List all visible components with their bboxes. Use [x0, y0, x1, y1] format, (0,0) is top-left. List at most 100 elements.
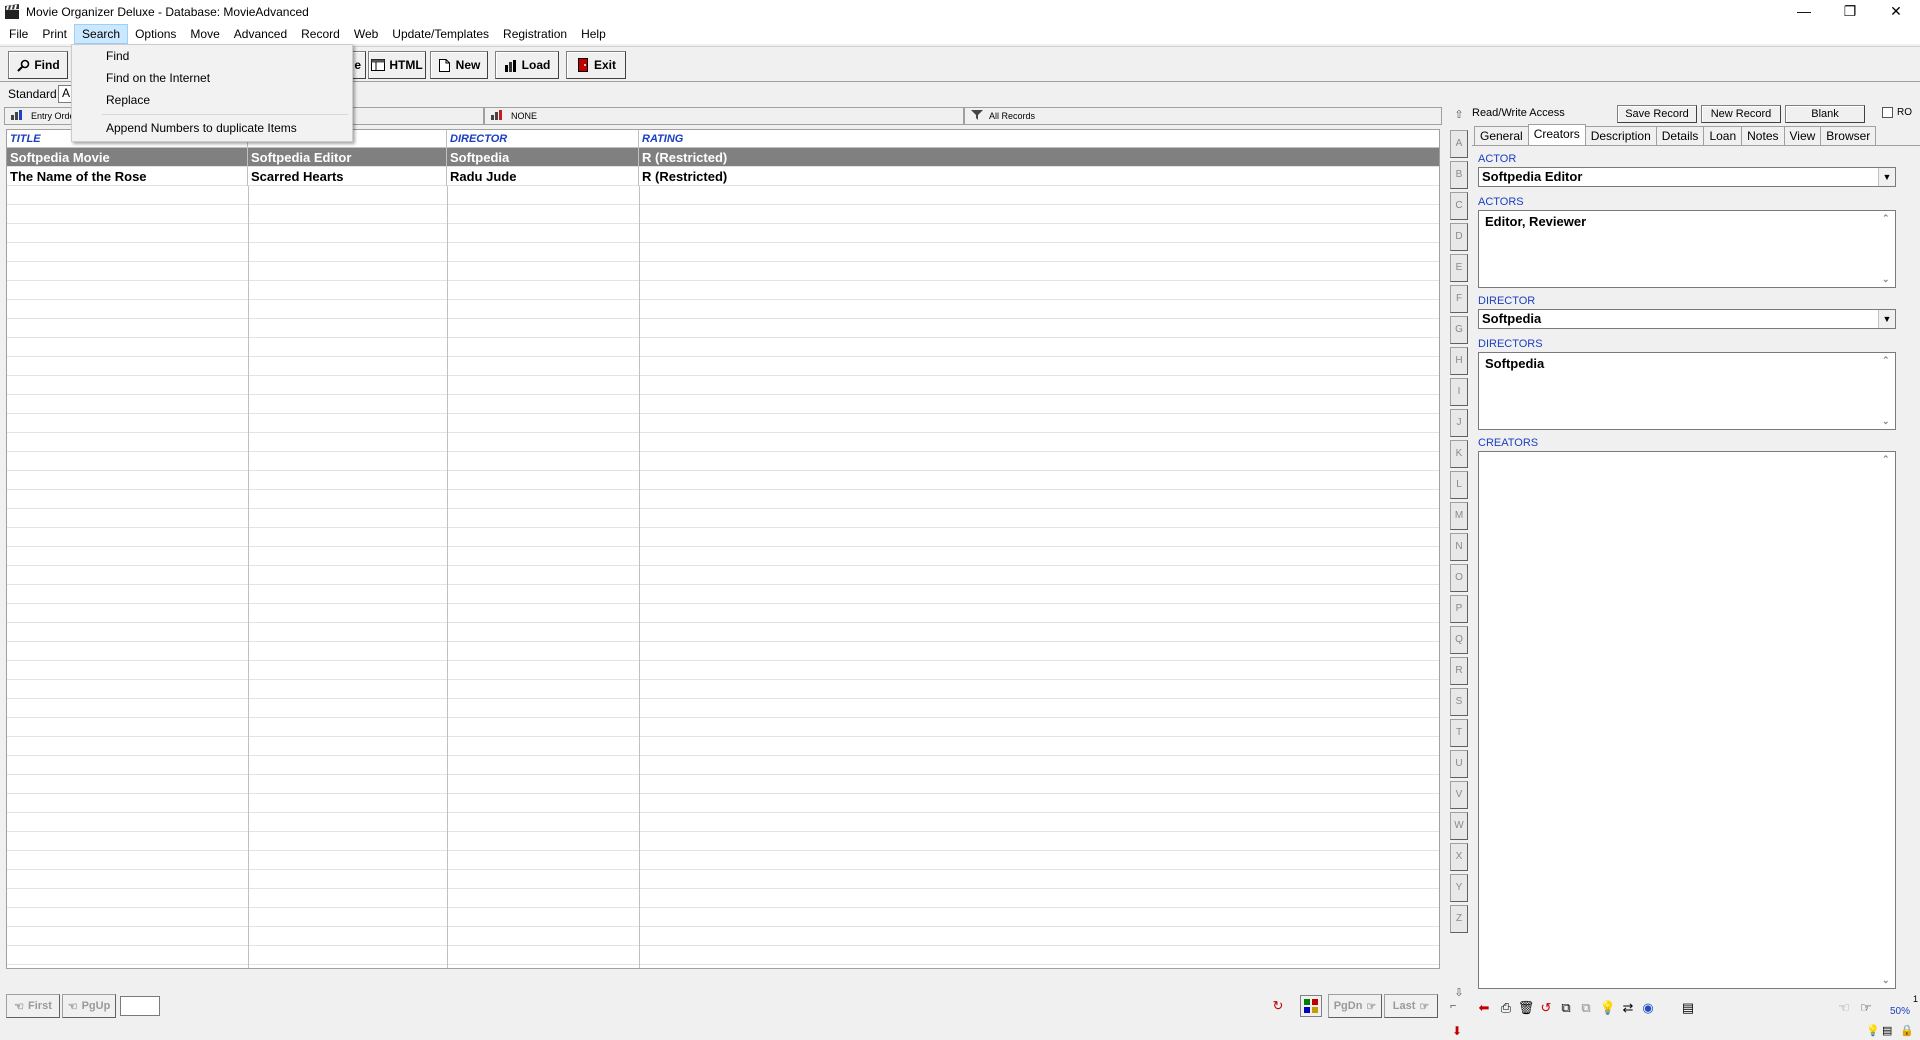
directors-memo[interactable]: Softpedia ⌃ ⌄ — [1478, 352, 1896, 430]
alpha-letter-h[interactable]: H — [1450, 347, 1468, 375]
alpha-letter-r[interactable]: R — [1450, 657, 1468, 685]
copy-record-icon[interactable]: ⧉ — [1556, 998, 1576, 1018]
alpha-letter-t[interactable]: T — [1450, 719, 1468, 747]
table-row[interactable]: Softpedia Movie Softpedia Editor Softped… — [7, 148, 1439, 167]
scroll-up-icon[interactable]: ⌃ — [1882, 213, 1890, 224]
menu-move[interactable]: Move — [183, 24, 226, 44]
chevron-down-icon[interactable]: ▼ — [1878, 168, 1895, 186]
hand-right-icon[interactable]: ☞ — [1856, 998, 1876, 1018]
alpha-letter-c[interactable]: C — [1450, 192, 1468, 220]
table-row[interactable]: The Name of the Rose Scarred Hearts Radu… — [7, 167, 1439, 186]
blank-button[interactable]: Blank — [1785, 105, 1865, 123]
scroll-up-icon[interactable]: ⇧ — [1450, 108, 1468, 126]
scroll-up-icon[interactable]: ⌃ — [1882, 355, 1890, 366]
grid-view-icon[interactable] — [1300, 995, 1322, 1017]
menu-update-templates[interactable]: Update/Templates — [385, 24, 496, 44]
alpha-letter-s[interactable]: S — [1450, 688, 1468, 716]
tab-loan[interactable]: Loan — [1703, 126, 1743, 145]
pgdn-button[interactable]: PgDn ☞ — [1328, 994, 1382, 1018]
alpha-letter-x[interactable]: X — [1450, 843, 1468, 871]
pgup-button[interactable]: ☜ PgUp — [62, 994, 116, 1018]
scroll-down-icon[interactable]: ⌄ — [1882, 975, 1890, 986]
alpha-letter-z[interactable]: Z — [1450, 905, 1468, 933]
alpha-letter-w[interactable]: W — [1450, 812, 1468, 840]
scroll-down-icon[interactable]: ⌄ — [1882, 274, 1890, 285]
menu-file[interactable]: File — [2, 24, 35, 44]
actors-scrollbar[interactable]: ⌃ ⌄ — [1879, 211, 1895, 287]
paste-record-icon[interactable]: ⧉ — [1576, 998, 1596, 1018]
import-icon[interactable]: ⇄ — [1618, 998, 1638, 1018]
menu-help[interactable]: Help — [574, 24, 613, 44]
scroll-down-icon[interactable]: ⌄ — [1882, 416, 1890, 427]
creators-memo[interactable]: ⌃ ⌄ — [1478, 451, 1896, 989]
tab-view[interactable]: View — [1783, 126, 1822, 145]
alpha-letter-q[interactable]: Q — [1450, 626, 1468, 654]
director-combo[interactable]: Softpedia ▼ — [1478, 309, 1896, 329]
alpha-letter-f[interactable]: F — [1450, 285, 1468, 313]
alpha-letter-b[interactable]: B — [1450, 161, 1468, 189]
alpha-letter-d[interactable]: D — [1450, 223, 1468, 251]
menu-record[interactable]: Record — [294, 24, 347, 44]
column-header-rating[interactable]: RATING — [639, 130, 1439, 148]
back-arrow-icon[interactable]: ⬅ — [1474, 998, 1494, 1018]
load-button[interactable]: Load — [495, 51, 559, 79]
menu-print[interactable]: Print — [35, 24, 74, 44]
alpha-letter-j[interactable]: J — [1450, 409, 1468, 437]
alpha-letter-l[interactable]: L — [1450, 471, 1468, 499]
export-icon[interactable]: ▤ — [1678, 998, 1698, 1018]
record-number-input[interactable] — [120, 996, 160, 1016]
read-only-toggle[interactable]: RO — [1882, 107, 1912, 118]
alpha-letter-o[interactable]: O — [1450, 564, 1468, 592]
alpha-letter-m[interactable]: M — [1450, 502, 1468, 530]
menu-advanced[interactable]: Advanced — [227, 24, 294, 44]
actors-memo[interactable]: Editor, Reviewer ⌃ ⌄ — [1478, 210, 1896, 288]
filter-selector[interactable]: NONE — [484, 107, 964, 125]
menu-search[interactable]: Search — [74, 24, 129, 44]
actor-combo[interactable]: Softpedia Editor ▼ — [1478, 167, 1896, 187]
menu-registration[interactable]: Registration — [496, 24, 574, 44]
last-button[interactable]: Last ☞ — [1384, 994, 1438, 1018]
globe-icon[interactable]: ◉ — [1638, 998, 1658, 1018]
alpha-letter-u[interactable]: U — [1450, 750, 1468, 778]
menu-web[interactable]: Web — [347, 24, 385, 44]
tab-browser[interactable]: Browser — [1820, 126, 1877, 145]
alpha-letter-i[interactable]: I — [1450, 378, 1468, 406]
first-button[interactable]: ☜ First — [6, 994, 60, 1018]
find-button[interactable]: Find — [8, 51, 68, 79]
alpha-letter-g[interactable]: G — [1450, 316, 1468, 344]
refresh-icon[interactable]: ↻ — [1268, 996, 1288, 1016]
restore-button[interactable]: ❐ — [1827, 0, 1873, 22]
trash-icon[interactable]: 🗑 — [1516, 998, 1536, 1018]
read-only-checkbox[interactable] — [1882, 107, 1893, 118]
scroll-up-icon[interactable]: ⌃ — [1882, 454, 1890, 465]
menu-item-find[interactable]: Find — [106, 49, 129, 63]
alpha-letter-k[interactable]: K — [1450, 440, 1468, 468]
directors-scrollbar[interactable]: ⌃ ⌄ — [1879, 353, 1895, 429]
column-header-director[interactable]: DIRECTOR — [447, 130, 639, 148]
menu-options[interactable]: Options — [128, 24, 183, 44]
menu-item-append-numbers[interactable]: Append Numbers to duplicate Items — [106, 121, 297, 135]
creators-scrollbar[interactable]: ⌃ ⌄ — [1879, 452, 1895, 988]
minimize-button[interactable]: — — [1781, 0, 1827, 22]
alpha-letter-y[interactable]: Y — [1450, 874, 1468, 902]
tab-details[interactable]: Details — [1655, 126, 1705, 145]
menu-item-replace[interactable]: Replace — [106, 93, 150, 107]
tab-creators[interactable]: Creators — [1527, 124, 1586, 145]
alpha-letter-p[interactable]: P — [1450, 595, 1468, 623]
save-record-button[interactable]: Save Record — [1617, 105, 1697, 123]
records-selector[interactable]: All Records — [964, 107, 1442, 125]
hand-left-icon[interactable]: ☜ — [1834, 998, 1854, 1018]
undo-icon[interactable]: ↺ — [1536, 998, 1556, 1018]
tab-notes[interactable]: Notes — [1741, 126, 1785, 145]
close-button[interactable]: ✕ — [1873, 0, 1919, 22]
tab-general[interactable]: General — [1474, 126, 1529, 145]
printer-icon[interactable]: ⎙ — [1496, 998, 1516, 1018]
new-button[interactable]: New — [430, 51, 488, 79]
new-record-button[interactable]: New Record — [1701, 105, 1781, 123]
lightbulb-icon[interactable]: 💡 — [1598, 998, 1618, 1018]
menu-item-find-internet[interactable]: Find on the Internet — [106, 71, 210, 85]
alpha-letter-v[interactable]: V — [1450, 781, 1468, 809]
chevron-down-icon[interactable]: ▼ — [1878, 310, 1895, 328]
html-button[interactable]: HTML — [368, 51, 426, 79]
alpha-letter-e[interactable]: E — [1450, 254, 1468, 282]
